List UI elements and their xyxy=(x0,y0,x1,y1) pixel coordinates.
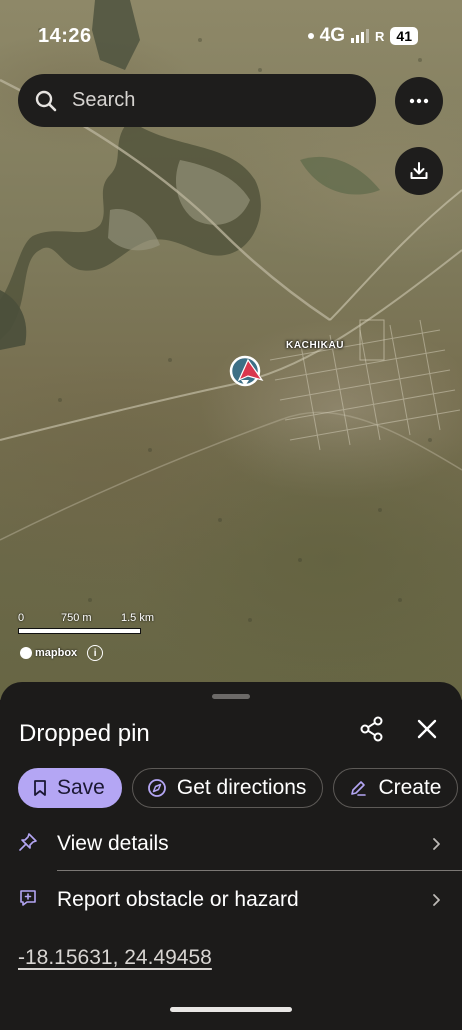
scale-label-mid: 750 m xyxy=(61,612,92,624)
create-button[interactable]: Create xyxy=(333,768,459,808)
sheet-title: Dropped pin xyxy=(19,720,150,747)
more-horizontal-icon xyxy=(409,98,429,104)
report-icon xyxy=(20,890,36,906)
pen-icon xyxy=(351,781,367,796)
map-attribution: mapbox i xyxy=(20,645,104,661)
status-bar: 14:26 4G R 41 xyxy=(0,22,462,52)
search-bar[interactable]: Search xyxy=(18,74,376,127)
create-label: Create xyxy=(378,776,442,799)
dropped-pin-icon[interactable] xyxy=(229,354,265,394)
more-options-button[interactable] xyxy=(395,77,443,125)
home-indicator xyxy=(170,1007,292,1012)
place-sheet: Dropped pin Save Get directions Create V… xyxy=(0,682,462,1030)
bookmark-icon xyxy=(34,780,46,796)
scale-label-zero: 0 xyxy=(18,612,25,624)
get-directions-label: Get directions xyxy=(176,776,307,799)
coordinates-link[interactable]: -18.15631, 24.49458 xyxy=(18,946,212,970)
mapbox-logo: mapbox xyxy=(20,647,77,659)
place-label[interactable]: KACHIKAU xyxy=(286,340,344,351)
network-type: 4G xyxy=(319,25,346,46)
share-icon[interactable] xyxy=(358,715,386,743)
mapbox-mark-icon xyxy=(20,647,32,659)
scale-bar xyxy=(18,628,141,634)
action-chips: Save Get directions Create xyxy=(18,768,459,808)
sheet-grabber[interactable] xyxy=(212,694,250,699)
location-dot-icon xyxy=(307,33,314,39)
status-indicators: 4G R 41 xyxy=(307,25,418,47)
report-hazard-row[interactable]: Report obstacle or hazard xyxy=(0,874,462,926)
view-details-row[interactable]: View details xyxy=(0,818,462,870)
search-icon xyxy=(35,90,57,111)
download-icon xyxy=(410,162,428,179)
report-hazard-label: Report obstacle or hazard xyxy=(57,888,299,911)
mapbox-text: mapbox xyxy=(35,647,78,659)
search-input[interactable]: Search xyxy=(72,89,135,112)
signal-strength-icon xyxy=(351,29,370,43)
get-directions-button[interactable]: Get directions xyxy=(131,768,324,808)
scale-label-max: 1.5 km xyxy=(121,612,155,624)
view-details-label: View details xyxy=(57,832,169,855)
download-map-button[interactable] xyxy=(395,147,443,195)
compass-icon xyxy=(147,779,166,797)
map-scale: 0 750 m 1.5 km xyxy=(18,612,168,642)
row-divider xyxy=(57,870,462,871)
info-icon[interactable]: i xyxy=(87,645,104,661)
status-time: 14:26 xyxy=(38,25,92,47)
save-button[interactable]: Save xyxy=(18,768,122,808)
pushpin-icon xyxy=(19,833,37,851)
battery-icon: 41 xyxy=(390,27,418,45)
chevron-right-icon xyxy=(433,838,440,850)
save-button-label: Save xyxy=(57,776,105,799)
close-icon[interactable] xyxy=(413,715,441,743)
map-view[interactable]: 14:26 4G R 41 Search KACHIKAU 0 750 m 1.… xyxy=(0,0,462,700)
roaming-indicator: R xyxy=(375,28,385,44)
chevron-right-icon xyxy=(433,894,440,906)
